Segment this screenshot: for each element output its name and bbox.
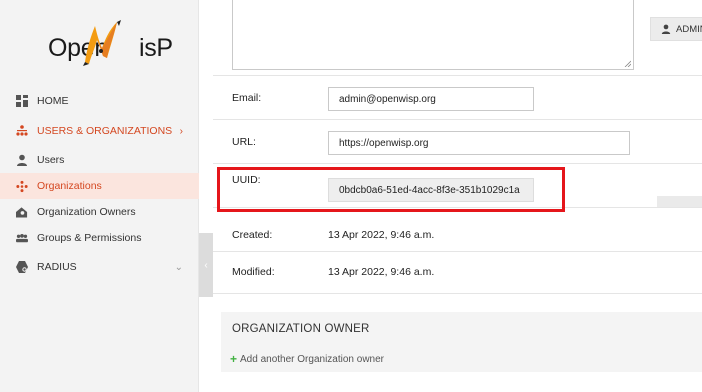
sidebar-item-label: Organizations	[37, 180, 102, 192]
resize-handle-icon	[624, 60, 631, 67]
groups-icon	[16, 232, 28, 244]
user-menu-button[interactable]: ADMIN	[650, 17, 702, 41]
sidebar-item-groups-permissions[interactable]: Groups & Permissions	[0, 225, 199, 251]
email-label: Email:	[232, 92, 262, 104]
sidebar-item-label: Groups & Permissions	[37, 232, 142, 244]
url-field[interactable]: https://openwisp.org	[328, 131, 630, 155]
chevron-down-icon: ⌄	[174, 261, 183, 273]
add-link-label: Add another Organization owner	[240, 353, 384, 365]
openwisp-logo[interactable]: Open isP	[0, 0, 199, 84]
organization-owner-section: ORGANIZATION OWNER + Add another Organiz…	[221, 312, 702, 372]
created-value: 13 Apr 2022, 9:46 a.m.	[328, 229, 435, 241]
sidebar-item-home[interactable]: HOME	[0, 88, 199, 114]
chevron-left-icon: ‹	[204, 259, 208, 271]
sidebar-item-users-organizations[interactable]: USERS & ORGANIZATIONS ›	[0, 118, 199, 144]
email-field[interactable]: admin@openwisp.org	[328, 87, 534, 111]
sidebar-item-organizations[interactable]: Organizations	[0, 173, 199, 199]
modified-label: Modified:	[232, 266, 275, 278]
sidebar-item-label: HOME	[37, 95, 69, 107]
sidebar-item-organization-owners[interactable]: Organization Owners	[0, 199, 199, 225]
user-icon	[661, 24, 671, 34]
sidebar: Open isP HOME USERS & ORGANIZATIONS › Us…	[0, 0, 199, 392]
created-label: Created:	[232, 229, 273, 241]
sidebar-item-label: RADIUS	[37, 261, 77, 273]
url-label: URL:	[232, 136, 256, 148]
sidebar-item-label: Organization Owners	[37, 206, 136, 218]
add-organization-owner-link[interactable]: + Add another Organization owner	[230, 352, 384, 366]
description-row	[213, 0, 702, 76]
uuid-highlight-box	[217, 167, 565, 212]
openwisp-bird-icon	[83, 20, 121, 66]
user-menu-label: ADMIN	[676, 23, 702, 35]
email-row: Email: admin@openwisp.org	[213, 76, 702, 120]
modified-value: 13 Apr 2022, 9:46 a.m.	[328, 266, 435, 278]
org-tree-icon	[16, 125, 28, 137]
modified-row: Modified: 13 Apr 2022, 9:46 a.m.	[213, 252, 702, 294]
description-textarea[interactable]	[232, 0, 634, 70]
section-title: ORGANIZATION OWNER	[232, 323, 370, 335]
user-icon	[16, 154, 28, 166]
owner-icon	[16, 206, 28, 218]
sidebar-item-label: USERS & ORGANIZATIONS	[37, 125, 173, 137]
url-row: URL: https://openwisp.org	[213, 120, 702, 164]
sidebar-item-users[interactable]: Users	[0, 147, 199, 173]
organizations-icon	[16, 180, 28, 192]
sidebar-toggle-button[interactable]: ‹	[199, 233, 213, 297]
dashboard-icon	[16, 95, 28, 107]
sidebar-item-label: Users	[37, 154, 65, 166]
created-row: Created: 13 Apr 2022, 9:46 a.m.	[213, 208, 702, 252]
radius-icon	[16, 261, 28, 273]
plus-icon: +	[230, 352, 238, 366]
faint-tag	[657, 196, 702, 207]
chevron-right-icon: ›	[179, 125, 183, 137]
sidebar-item-radius[interactable]: RADIUS ⌄	[0, 254, 199, 280]
